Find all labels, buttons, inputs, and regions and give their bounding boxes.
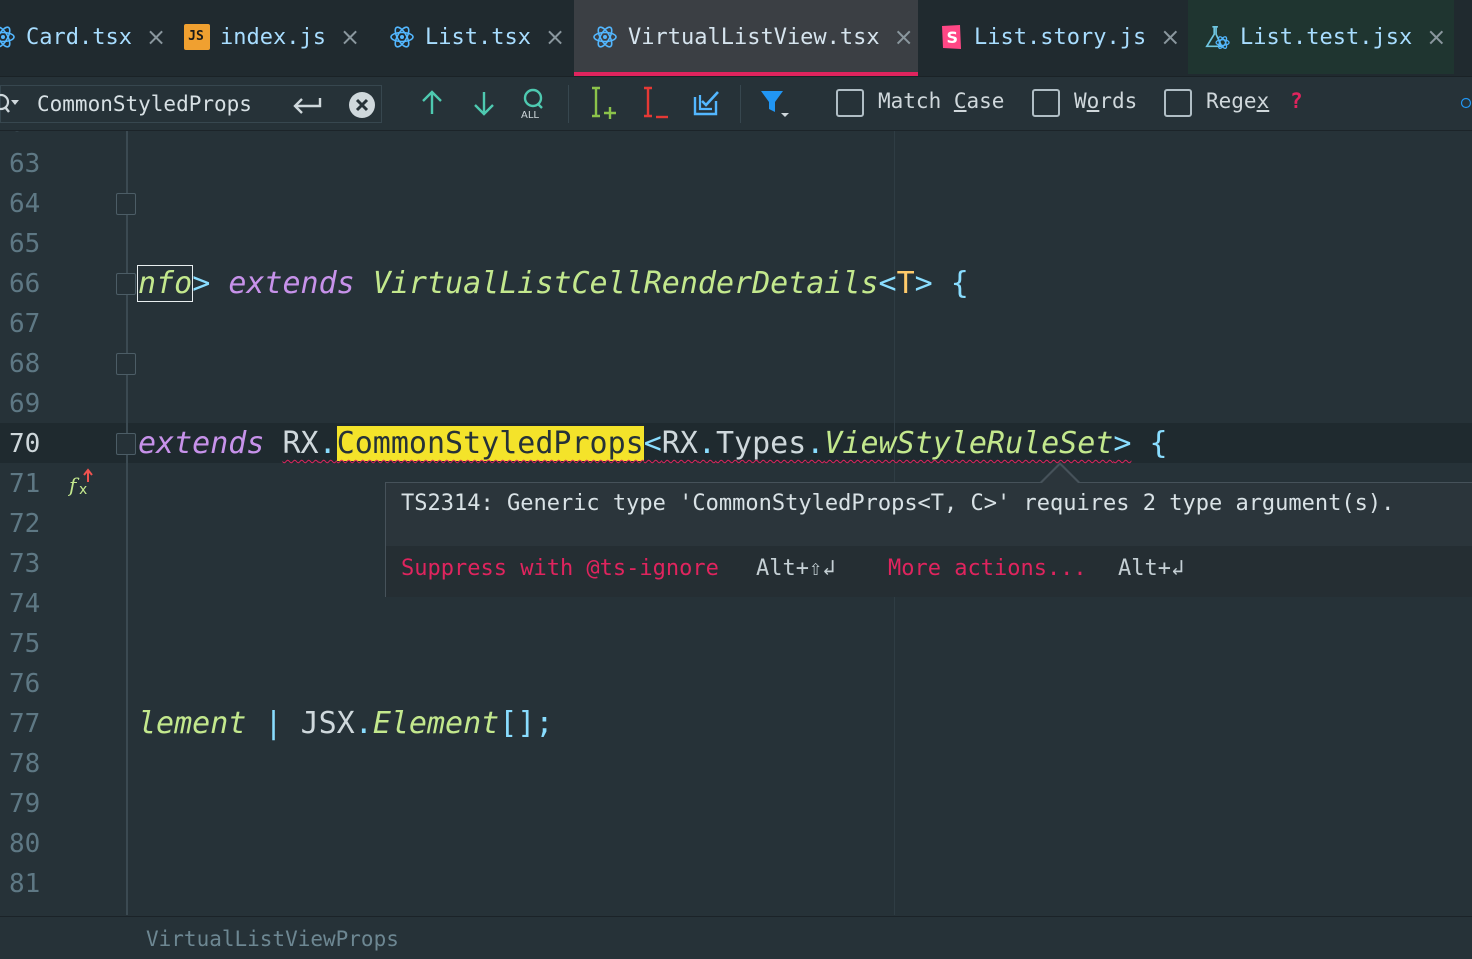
fold-marker-icon[interactable] [116,353,136,375]
breadcrumb-bar: VirtualListViewProps [0,916,1472,959]
line-number: 76 [9,669,41,699]
tooltip-actions: Suppress with @ts-ignore Alt+⇧↲ More act… [386,546,1472,597]
code-line-66: nfo> extends VirtualListCellRenderDetail… [136,265,969,302]
test-flask-icon [1204,24,1230,50]
tab-label: List.tsx [425,24,531,50]
implemented-method-icon[interactable]: fx [67,468,98,498]
fold-marker-icon[interactable] [116,433,136,455]
line-number: 63 [9,149,41,179]
line-number: 77 [9,709,41,739]
tooltip-pointer-fill [1042,465,1078,483]
react-icon [389,24,415,50]
line-number: 73 [9,549,41,579]
tab-list-test-jsx[interactable]: List.test.jsx × [1188,0,1454,74]
search-match-highlight: CommonStyledProps [336,426,644,461]
line-number: 71 [9,469,41,499]
line-number: 68 [9,349,41,379]
line-number: 80 [9,829,41,859]
error-tooltip: TS2314: Generic type 'CommonStyledProps<… [385,482,1472,597]
code-line-70: extends RX.CommonStyledProps<RX.Types.Vi… [138,426,1168,461]
svg-text:x: x [79,482,87,498]
line-number: 64 [9,189,41,219]
line-number: 72 [9,509,41,539]
search-box [0,85,382,123]
line-number: 69 [9,389,41,419]
filter-icon[interactable] [758,87,792,121]
previous-occurrence-icon[interactable] [418,89,446,117]
toolbar-separator [740,85,741,123]
tab-list-tsx[interactable]: List.tsx × [389,0,569,74]
toolbar-separator [568,85,569,123]
react-icon [592,24,618,50]
remove-occurrence-icon[interactable] [640,85,672,121]
error-message: TS2314: Generic type 'CommonStyledProps<… [401,491,1395,516]
shortcut-hint: Alt+⇧↲ [756,556,836,581]
tab-virtuallistview-tsx[interactable]: VirtualListView.tsx × [574,0,918,76]
regex-checkbox[interactable] [1164,89,1192,117]
react-icon [0,24,16,50]
line-number: 65 [9,229,41,259]
gutter-border [126,131,128,915]
editor-tab-bar: Card.tsx × JS index.js × List.tsx × Virt… [0,0,1472,77]
close-tab-icon[interactable]: × [340,23,360,51]
svg-text:ALL: ALL [521,110,539,119]
js-file-icon: JS [184,24,210,50]
fold-marker-icon[interactable] [116,193,136,215]
close-tab-icon[interactable]: × [894,23,914,51]
tab-list-story-js[interactable]: S List.story.js × [940,0,1180,74]
words-label: Words [1074,89,1138,113]
words-checkbox[interactable] [1032,89,1060,117]
search-input[interactable] [37,92,287,116]
line-number-current: 70 [9,429,41,459]
line-number: 66 [9,269,41,299]
close-tab-icon[interactable]: × [1426,23,1446,51]
link-icon[interactable] [1460,91,1472,115]
fold-marker-icon[interactable] [116,273,136,295]
storybook-icon: S [940,24,964,50]
next-occurrence-icon[interactable] [470,89,498,117]
tab-card-tsx[interactable]: Card.tsx × [0,0,166,74]
line-number: 74 [9,589,41,619]
close-tab-icon[interactable]: × [545,23,565,51]
clear-search-icon[interactable] [347,90,377,120]
tab-label: index.js [220,24,326,50]
regex-label: Regex [1206,89,1270,113]
more-actions-link[interactable]: More actions... [888,556,1087,581]
select-all-icon[interactable] [690,87,722,119]
line-number: 75 [9,629,41,659]
tab-label: List.test.jsx [1240,24,1413,50]
select-all-occurrences-icon[interactable]: ALL [518,87,550,119]
tab-label: List.story.js [974,24,1147,50]
find-bar: ALL Match Case Words Regex ? [0,77,1472,131]
breadcrumb[interactable]: VirtualListViewProps [146,927,399,951]
tab-label: Card.tsx [26,24,132,50]
svg-text:S: S [947,28,959,47]
shortcut-hint: Alt+↲ [1118,556,1185,581]
tab-index-js[interactable]: JS index.js × [184,0,374,74]
close-tab-icon[interactable]: × [146,23,166,51]
add-occurrence-icon[interactable] [588,85,620,121]
line-number: 81 [9,869,41,899]
line-number: 67 [9,309,41,339]
code-line-77: lement | JSX.Element[]; [138,706,554,741]
regex-help-icon[interactable]: ? [1290,89,1303,113]
enter-icon[interactable] [291,94,323,116]
search-history-icon[interactable] [0,92,25,118]
tab-label: VirtualListView.tsx [628,24,880,50]
suppress-ts-ignore-link[interactable]: Suppress with @ts-ignore [401,556,719,581]
match-case-label: Match Case [878,89,1005,113]
line-number: 62 [9,131,69,143]
line-number: 78 [9,749,41,779]
line-number: 79 [9,789,41,819]
close-tab-icon[interactable]: × [1160,23,1180,51]
match-case-checkbox[interactable] [836,89,864,117]
